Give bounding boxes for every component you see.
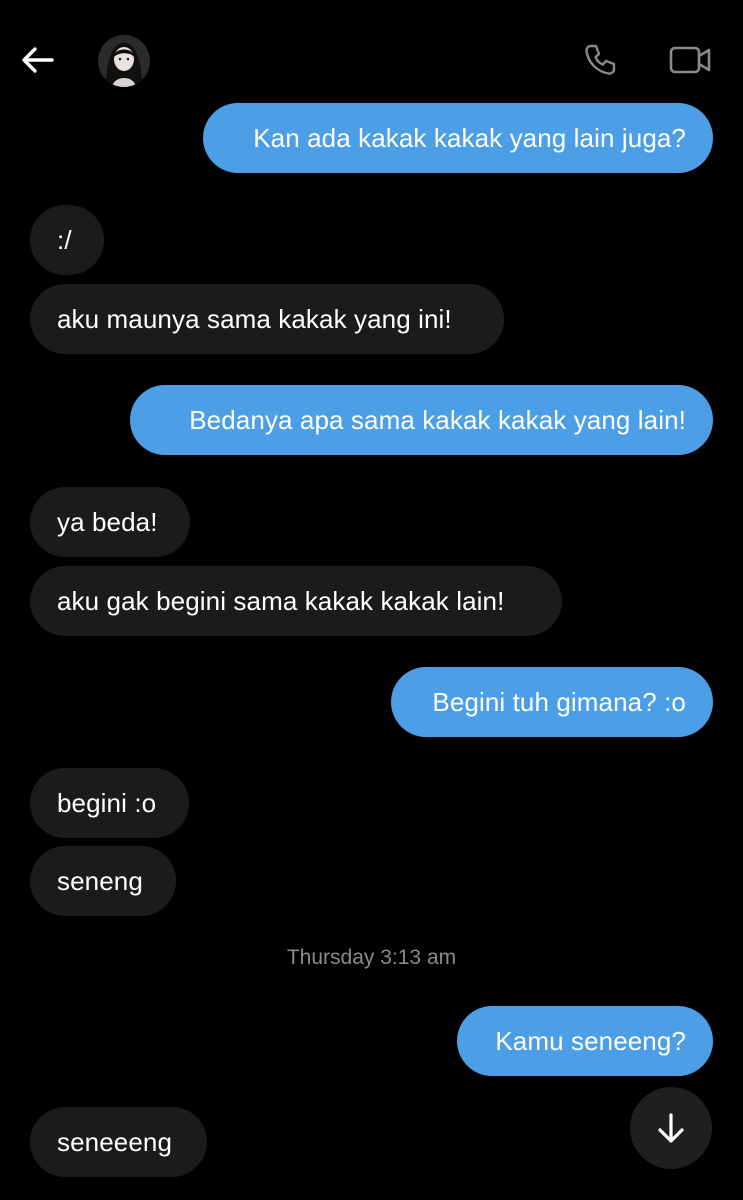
message-text: aku gak begini sama kakak kakak lain! <box>57 585 505 616</box>
message-text: aku maunya sama kakak yang ini! <box>57 303 452 334</box>
back-button[interactable] <box>16 38 60 82</box>
message-text: Begini tuh gimana? :o <box>432 686 686 717</box>
video-camera-icon <box>669 46 711 74</box>
chat-header <box>0 0 743 100</box>
received-message-bubble[interactable]: seneng <box>30 846 176 916</box>
call-button[interactable] <box>576 36 624 84</box>
sent-message-bubble[interactable]: Bedanya apa sama kakak kakak yang lain! <box>130 385 713 455</box>
received-message-bubble[interactable]: :/ <box>30 205 104 275</box>
arrow-left-icon <box>22 47 54 73</box>
sent-message-bubble[interactable]: Kamu seneeng? <box>457 1006 713 1076</box>
message-timestamp: Thursday 3:13 am <box>286 946 457 969</box>
sent-message-bubble[interactable]: Kan ada kakak kakak yang lain juga? <box>203 103 713 173</box>
message-text: Kamu seneeng? <box>495 1025 686 1056</box>
received-message-bubble[interactable]: aku maunya sama kakak yang ini! <box>30 284 504 354</box>
phone-icon <box>585 44 616 75</box>
received-message-bubble[interactable]: ya beda! <box>30 487 190 557</box>
message-text: ya beda! <box>57 506 158 537</box>
message-text: :/ <box>57 224 72 255</box>
received-message-bubble[interactable]: seneeeng <box>30 1107 207 1177</box>
video-call-button[interactable] <box>664 36 716 84</box>
scroll-to-bottom-button[interactable] <box>630 1087 712 1169</box>
received-message-bubble[interactable]: begini :o <box>30 768 189 838</box>
message-text: Kan ada kakak kakak yang lain juga? <box>253 122 686 153</box>
arrow-down-icon <box>658 1113 684 1143</box>
sent-message-bubble[interactable]: Begini tuh gimana? :o <box>391 667 713 737</box>
received-message-bubble[interactable]: aku gak begini sama kakak kakak lain! <box>30 566 562 636</box>
avatar[interactable] <box>98 35 150 87</box>
message-text: begini :o <box>57 787 157 818</box>
message-text: Bedanya apa sama kakak kakak yang lain! <box>189 404 686 435</box>
message-text: seneng <box>57 865 143 896</box>
message-text: seneeeng <box>57 1126 173 1157</box>
avatar-image <box>98 35 150 87</box>
